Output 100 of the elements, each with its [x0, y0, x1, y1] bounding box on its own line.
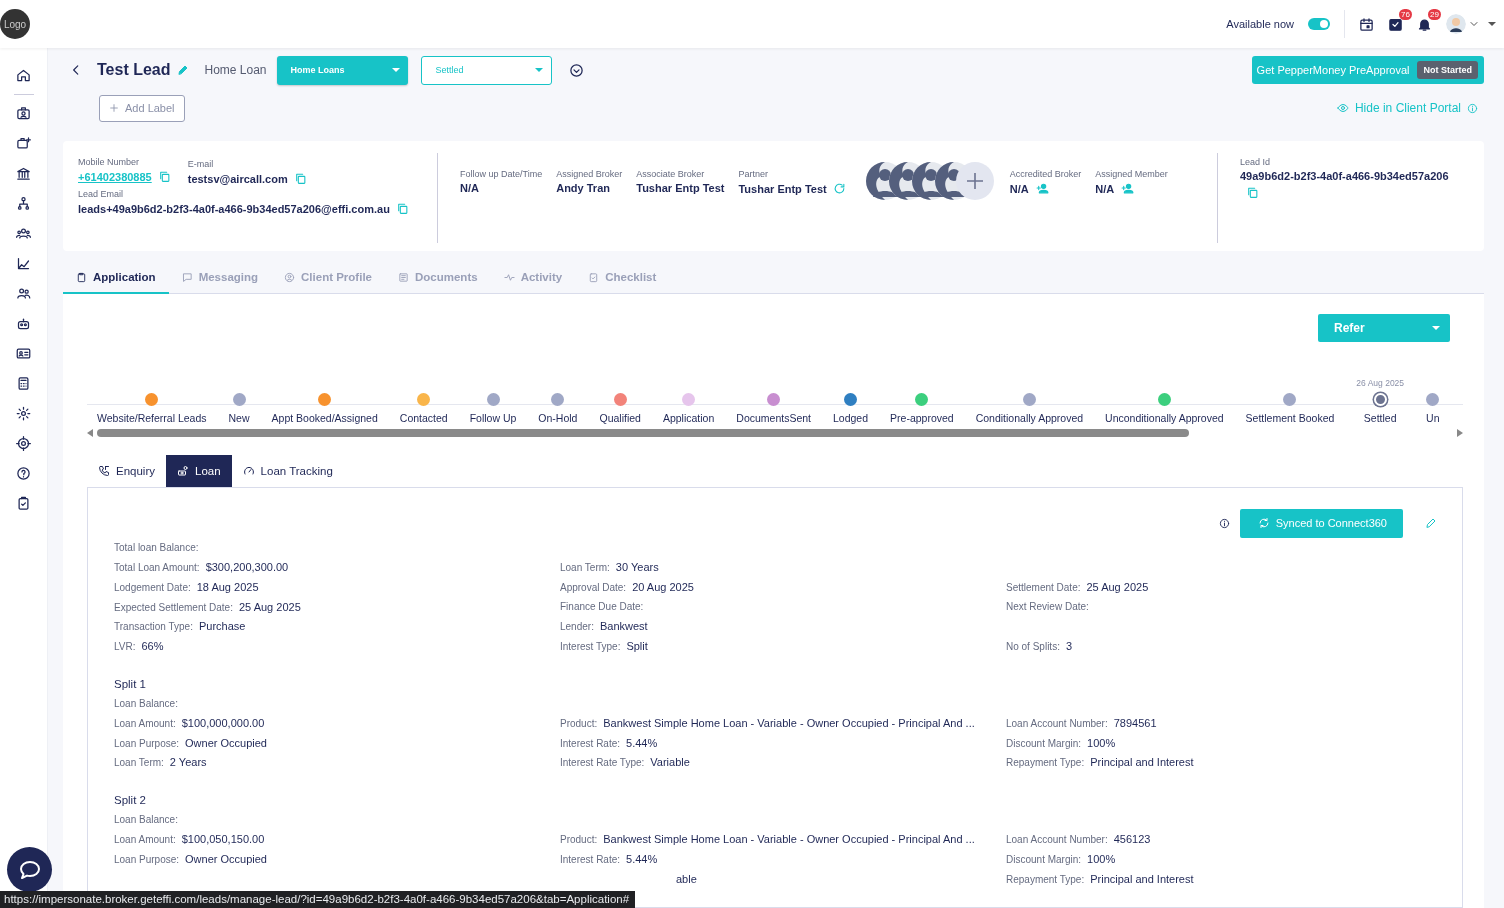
chevron-circle-icon[interactable]: [568, 62, 584, 78]
caret-icon[interactable]: [1488, 22, 1496, 26]
hierarchy-icon[interactable]: [16, 196, 31, 211]
field-label: Loan Purpose:: [114, 737, 180, 749]
field-value: N/A: [1095, 182, 1115, 195]
pipeline-stage[interactable]: Un: [1426, 376, 1440, 425]
field-value: 5.44%: [626, 852, 658, 865]
field-label: Partner: [738, 169, 769, 179]
chart-icon[interactable]: [16, 256, 31, 271]
field-value: $100,000,000.00: [181, 716, 265, 729]
checklist-icon: [588, 271, 600, 283]
pipeline-stage[interactable]: Settlement Booked: [1245, 376, 1335, 425]
field-label: Lender:: [560, 621, 594, 633]
bell-icon[interactable]: [1417, 16, 1432, 32]
field-value: testsv@aircall.com: [187, 172, 288, 185]
field-value: 2 Years: [169, 756, 207, 769]
sub-tab[interactable]: Loan Tracking: [231, 455, 344, 487]
field-label: Discount Margin:: [1006, 853, 1082, 865]
people-icon[interactable]: [16, 286, 31, 301]
status-url: https://impersonate.broker.geteffi.com/leads/manage-lead/?id=49a9b6d2-b2f3-4a0f-a466-9b34ed57a206&tab=Application#: [0, 891, 636, 908]
clipboard-icon: [76, 271, 87, 283]
pipeline-stage[interactable]: On-Hold: [538, 376, 578, 425]
pipeline-stage[interactable]: Application: [662, 376, 715, 425]
user-avatar[interactable]: [1446, 14, 1466, 34]
clipboard-check-icon[interactable]: [16, 496, 31, 511]
message-icon: [181, 271, 193, 283]
pipeline-stage[interactable]: Unconditionally Approved: [1105, 376, 1224, 425]
field-value: 456123: [1113, 833, 1151, 846]
scrollbar-thumb[interactable]: [97, 429, 1189, 437]
settings-icon[interactable]: [16, 406, 31, 421]
field-label: Assigned Broker: [556, 169, 623, 179]
sub-tab[interactable]: Loan: [166, 455, 232, 487]
pipeline-stage[interactable]: Lodged: [833, 376, 869, 425]
field-value: 49a9b6d2-b2f3-4a0f-a466-9b34ed57a206: [1240, 170, 1449, 182]
group-icon[interactable]: [16, 226, 31, 241]
task-check-icon[interactable]: [1388, 16, 1403, 32]
availability-label: Available now: [1226, 18, 1294, 30]
field-value: Principal and Interest: [1090, 872, 1194, 885]
id-card-icon[interactable]: [16, 346, 31, 361]
field-value: Variable: [650, 756, 690, 769]
field-value: 20 Aug 2025: [632, 581, 694, 593]
eye-icon: [1336, 102, 1349, 114]
availability-toggle[interactable]: [1308, 18, 1330, 30]
field-label: Loan Purpose:: [114, 853, 180, 865]
field-label: Expected Settlement Date:: [114, 601, 233, 613]
pipeline-stage[interactable]: Website/Referral Leads: [97, 376, 207, 425]
field-value: 100%: [1087, 852, 1116, 865]
pipeline-stage[interactable]: Qualified: [599, 376, 641, 425]
pulse-icon: [503, 271, 515, 283]
target-icon[interactable]: [16, 436, 31, 451]
field-label: Lodgement Date:: [114, 582, 191, 593]
field-label: Total Loan Amount:: [114, 562, 200, 574]
field-label: Accredited Broker: [1009, 169, 1082, 179]
field-label: Lead Id: [1240, 157, 1272, 167]
pipeline-stage[interactable]: DocumentsSent: [736, 376, 811, 425]
field-value: Purchase: [198, 620, 246, 633]
contact-badge-icon[interactable]: [16, 106, 31, 121]
pipeline-stage[interactable]: Conditionally Approved: [975, 376, 1084, 425]
scroll-right-icon[interactable]: [1457, 429, 1463, 437]
member-avatars-drawing[interactable]: [864, 161, 996, 201]
field-value: 66%: [141, 639, 164, 652]
info-icon: [1467, 102, 1478, 114]
preapproval-button[interactable]: Get PepperMoney PreApproval Not Started: [1251, 56, 1484, 84]
field-label: Interest Type:: [560, 640, 621, 652]
field-label: Product:: [560, 717, 598, 729]
home-icon[interactable]: [16, 68, 31, 83]
field-label: Associate Broker: [636, 169, 706, 179]
info-icon[interactable]: [1218, 517, 1230, 529]
pipeline-stage[interactable]: Contacted: [399, 376, 448, 425]
logo[interactable]: Logo: [0, 9, 30, 39]
field-value: Tushar Entp Test: [636, 182, 725, 194]
field-label: Mobile Number: [78, 157, 141, 167]
field-label: Interest Rate:: [560, 737, 621, 749]
field-label: Loan Balance:: [114, 697, 178, 709]
calculator-icon[interactable]: [16, 376, 31, 391]
pipeline-stage[interactable]: Appt Booked/Assigned: [271, 376, 378, 425]
pipeline-stage[interactable]: Pre-approved: [890, 376, 954, 425]
field-label: Follow up Date/Time: [460, 169, 543, 179]
field-value: Bankwest: [599, 620, 648, 633]
field-value: Tushar Entp Test: [738, 182, 827, 195]
pipeline-stage[interactable]: 26 Aug 2025 Settled: [1356, 376, 1405, 425]
split-title: Split 1: [114, 678, 146, 691]
field-value: leads+49a9b6d2-b2f3-4a0f-a466-9b34ed57a206@effi.com.au: [78, 202, 390, 215]
briefcase-icon[interactable]: [16, 136, 31, 151]
robot-icon[interactable]: [16, 316, 31, 331]
field-label: Settlement Date:: [1006, 582, 1081, 593]
field-label: Interest Rate Type:: [560, 757, 645, 769]
field-label: Finance Due Date:: [560, 601, 644, 613]
sync-icon: [1257, 517, 1270, 529]
help-icon[interactable]: [16, 466, 31, 481]
field-label: Loan Term:: [114, 757, 164, 769]
pipeline-stage[interactable]: Follow Up: [469, 376, 517, 425]
field-value: N/A: [1009, 182, 1029, 195]
stage-date: 26 Aug 2025: [1356, 378, 1405, 388]
bank-icon[interactable]: [16, 166, 31, 181]
sub-tab[interactable]: Enquiry: [87, 455, 166, 487]
pipeline-stage[interactable]: New: [228, 376, 250, 425]
field-label: Loan Account Number:: [1006, 834, 1108, 846]
field-value: N/A: [460, 182, 479, 194]
calendar-icon[interactable]: [1359, 16, 1374, 32]
